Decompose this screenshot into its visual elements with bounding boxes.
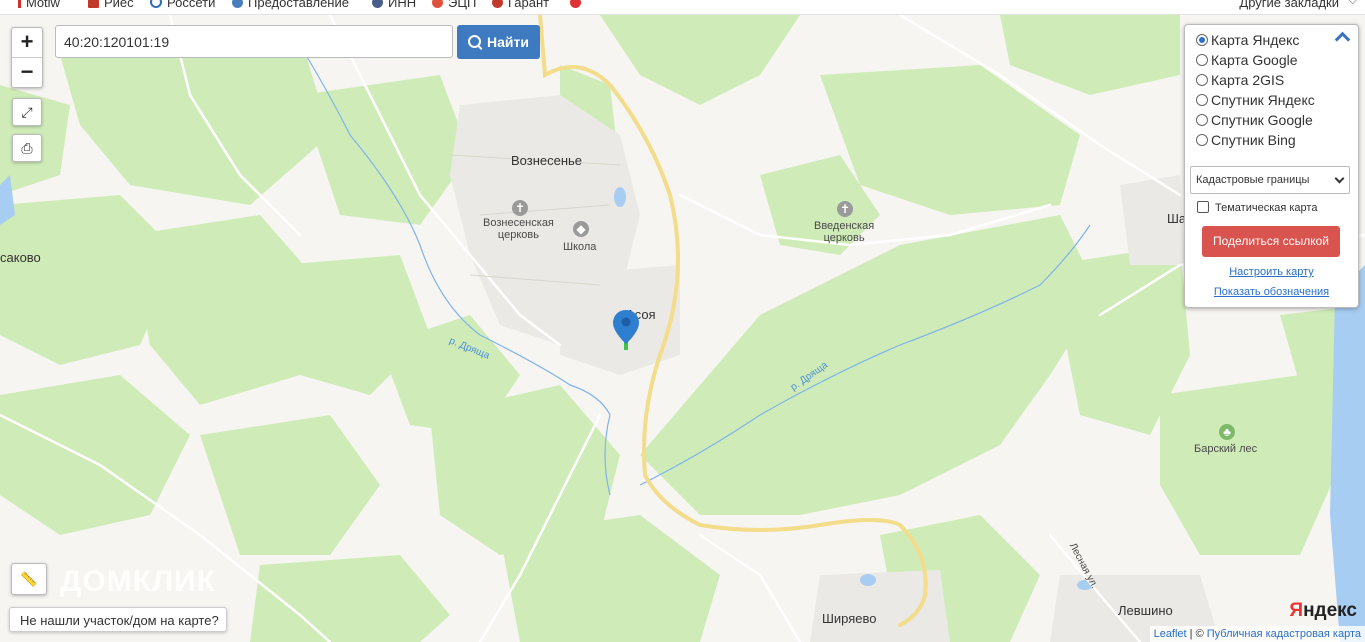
domclick-watermark: ДОМКЛИК xyxy=(60,565,216,598)
poi-label: Вознесенская xyxy=(483,217,554,229)
fullscreen-button[interactable]: ⤢ xyxy=(12,98,42,126)
yandex-logo: Яндекс xyxy=(1289,600,1357,622)
yandex-icon xyxy=(570,0,581,8)
not-found-button[interactable]: Не нашли участок/дом на карте? xyxy=(9,607,227,632)
layer-option-yandex-map[interactable]: Карта Яндекс xyxy=(1196,32,1299,48)
church-icon: ✝ xyxy=(837,201,853,217)
radio-icon[interactable] xyxy=(1196,134,1208,146)
place-sakovo: саково xyxy=(0,250,41,265)
bookmark-ries[interactable]: Риес xyxy=(88,0,134,10)
ruler-button[interactable]: 📏 xyxy=(11,563,47,595)
bookmark-inn[interactable]: ИНН xyxy=(372,0,416,10)
layer-option-google-satellite[interactable]: Спутник Google xyxy=(1196,112,1313,128)
map-canvas[interactable]: Вознесенье ✝ Вознесенская церковь ◆ Школа… xyxy=(0,15,1365,642)
layer-option-label: Спутник Bing xyxy=(1211,132,1296,148)
thematic-map-checkbox[interactable]: Тематическая карта xyxy=(1197,201,1317,214)
layer-option-label: Карта 2GIS xyxy=(1211,72,1285,88)
yandex-logo-rest: ндекс xyxy=(1303,600,1357,621)
place-voznesenye: Вознесенье xyxy=(511,153,583,168)
bookmark-icon xyxy=(18,0,21,8)
bookmark-icon xyxy=(88,0,99,8)
poi-label: церковь xyxy=(497,229,539,241)
radio-icon[interactable] xyxy=(1196,54,1208,66)
bookmark-icon xyxy=(492,0,503,8)
attribution-separator: | © xyxy=(1186,628,1207,640)
bookmark-label: Гарант xyxy=(508,0,550,10)
layer-option-2gis-map[interactable]: Карта 2GIS xyxy=(1196,72,1284,88)
chevron-down-icon[interactable]: ⌵ xyxy=(1349,0,1357,8)
share-link-button[interactable]: Поделиться ссылкой xyxy=(1202,226,1340,257)
layer-option-label: Карта Яндекс xyxy=(1211,32,1300,48)
cadastral-search-input[interactable] xyxy=(55,25,453,58)
search-button-label: Найти xyxy=(487,34,529,50)
forest-icon: ♣ xyxy=(1219,424,1235,440)
bookmark-motiw[interactable]: Motiw xyxy=(18,0,60,10)
poi-barsky-les: Барский лес xyxy=(1194,443,1258,455)
bookmarks-bar: Motiw Риес Россети Предоставление ИНН ЭЦ… xyxy=(0,0,1365,15)
bookmark-label: Предоставление xyxy=(248,0,349,10)
map-tiles xyxy=(0,15,1365,642)
bookmark-label: ИНН xyxy=(388,0,417,10)
printer-icon: ⎙ xyxy=(21,140,33,156)
bookmark-label: Motiw xyxy=(26,0,60,10)
layer-option-label: Спутник Яндекс xyxy=(1211,92,1315,108)
ruler-icon: 📏 xyxy=(20,571,38,587)
show-legend-link[interactable]: Показать обозначения xyxy=(1185,286,1358,298)
leaflet-link[interactable]: Leaflet xyxy=(1154,628,1187,640)
radio-icon[interactable] xyxy=(1196,114,1208,126)
school-icon: ◆ xyxy=(573,221,589,237)
configure-map-link[interactable]: Настроить карту xyxy=(1185,266,1358,278)
overlay-select-value: Кадастровые границы xyxy=(1196,174,1310,186)
poi-label: Введенская xyxy=(814,220,875,232)
bookmark-label: ЭЦП xyxy=(448,0,477,10)
bookmark-label: Риес xyxy=(104,0,134,10)
bookmark-yandex[interactable] xyxy=(570,0,586,10)
layer-option-bing-satellite[interactable]: Спутник Bing xyxy=(1196,132,1296,148)
radio-icon[interactable] xyxy=(1196,74,1208,86)
checkbox-icon[interactable] xyxy=(1197,201,1209,213)
bookmark-rosseti[interactable]: Россети xyxy=(150,0,215,10)
layer-option-google-map[interactable]: Карта Google xyxy=(1196,52,1298,68)
map-attribution: Leaflet | © Публичная кадастровая карта xyxy=(1149,626,1365,642)
bookmark-icon xyxy=(150,0,162,8)
pkk-link[interactable]: Публичная кадастровая карта xyxy=(1207,628,1361,640)
yandex-logo-first: Я xyxy=(1289,600,1304,621)
zoom-in-button[interactable]: + xyxy=(12,28,42,57)
chevron-up-icon[interactable] xyxy=(1334,31,1351,48)
other-bookmarks[interactable]: Другие закладки xyxy=(1239,0,1339,10)
bookmark-icon xyxy=(432,0,443,8)
poi-school: Школа xyxy=(563,241,597,253)
search-icon xyxy=(468,35,482,48)
print-button[interactable]: ⎙ xyxy=(12,134,42,162)
zoom-control: + − xyxy=(11,27,43,88)
place-shiryaevo: Ширяево xyxy=(822,611,877,626)
radio-icon[interactable] xyxy=(1196,94,1208,106)
poi-voznesenskaya-church: Вознесенская церковь xyxy=(483,217,554,241)
bookmark-ecp[interactable]: ЭЦП xyxy=(432,0,476,10)
poi-label: церковь xyxy=(823,232,865,244)
poi-vvedenskaya-church: Введенская церковь xyxy=(814,220,874,244)
overlay-select[interactable]: Кадастровые границы xyxy=(1190,166,1350,194)
layer-option-label: Карта Google xyxy=(1211,52,1298,68)
radio-selected-icon[interactable] xyxy=(1196,34,1208,46)
checkbox-label: Тематическая карта xyxy=(1215,202,1318,214)
bookmark-icon xyxy=(372,0,383,8)
layer-option-yandex-satellite[interactable]: Спутник Яндекс xyxy=(1196,92,1315,108)
layer-option-label: Спутник Google xyxy=(1211,112,1313,128)
layer-switcher-panel: Карта Яндекс Карта Google Карта 2GIS Спу… xyxy=(1184,24,1359,308)
location-marker-icon[interactable] xyxy=(612,310,640,354)
bookmark-icon xyxy=(232,0,243,8)
bookmark-label: Россети xyxy=(167,0,216,10)
bookmark-garant[interactable]: Гарант xyxy=(492,0,549,10)
chevron-down-icon xyxy=(1334,173,1345,184)
search-button[interactable]: Найти xyxy=(457,25,540,59)
zoom-out-button[interactable]: − xyxy=(12,57,42,87)
place-levshino: Левшино xyxy=(1118,603,1173,618)
church-icon: ✝ xyxy=(512,200,528,216)
bookmark-predostavlenie[interactable]: Предоставление xyxy=(232,0,349,10)
expand-icon: ⤢ xyxy=(21,104,33,120)
